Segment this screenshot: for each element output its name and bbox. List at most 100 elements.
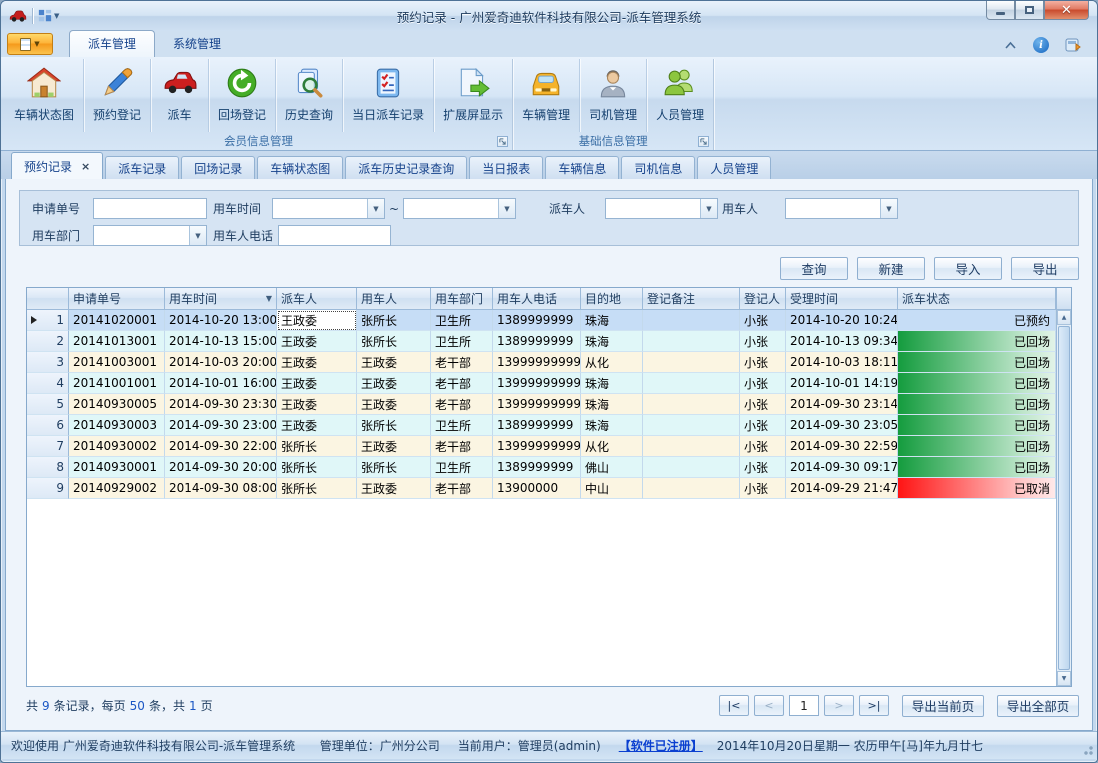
page-number-input[interactable]: [789, 695, 819, 716]
user-combo[interactable]: ▼: [785, 198, 898, 219]
query-button[interactable]: 查询: [780, 257, 848, 280]
chevron-down-icon[interactable]: ▼: [880, 199, 897, 218]
table-cell[interactable]: [643, 310, 740, 331]
use-time-to-combo[interactable]: ▼: [403, 198, 516, 219]
column-header[interactable]: 派车人: [277, 288, 357, 310]
table-cell[interactable]: 20141013001: [69, 331, 165, 352]
order-no-input[interactable]: [93, 198, 207, 219]
ribbon-button[interactable]: 派车: [150, 59, 208, 132]
table-cell[interactable]: 2014-09-30 08:00: [165, 478, 277, 499]
scroll-up-icon[interactable]: ▲: [1057, 310, 1071, 325]
table-cell[interactable]: 王政委: [277, 373, 357, 394]
table-cell[interactable]: 王政委: [357, 394, 431, 415]
doc-tab[interactable]: 司机信息: [621, 156, 695, 179]
table-cell[interactable]: 卫生所: [431, 457, 493, 478]
table-cell[interactable]: 从化: [581, 436, 643, 457]
table-cell[interactable]: 张所长: [277, 436, 357, 457]
table-cell[interactable]: 王政委: [277, 415, 357, 436]
table-row[interactable]: 9201409290022014-09-30 08:00张所长王政委老干部139…: [27, 478, 1056, 499]
doc-tab[interactable]: 车辆状态图: [257, 156, 343, 179]
column-header[interactable]: 用车人电话: [493, 288, 581, 310]
dispatcher-combo[interactable]: ▼: [605, 198, 718, 219]
table-cell[interactable]: 王政委: [357, 352, 431, 373]
table-cell[interactable]: 2014-10-13 15:00: [165, 331, 277, 352]
resize-grip-icon[interactable]: [1081, 743, 1093, 755]
table-cell[interactable]: 13999999999: [493, 373, 581, 394]
table-cell[interactable]: 小张: [740, 436, 786, 457]
doc-tab[interactable]: 当日报表: [469, 156, 543, 179]
table-row[interactable]: 2201410130012014-10-13 15:00王政委张所长卫生所138…: [27, 331, 1056, 352]
table-cell[interactable]: 佛山: [581, 457, 643, 478]
info-icon[interactable]: i: [1033, 37, 1049, 53]
chevron-down-icon[interactable]: ▼: [367, 199, 384, 218]
table-cell[interactable]: 王政委: [277, 394, 357, 415]
table-cell[interactable]: 张所长: [357, 310, 431, 331]
column-header[interactable]: 目的地: [581, 288, 643, 310]
next-page-button[interactable]: >: [824, 695, 854, 716]
table-cell[interactable]: 中山: [581, 478, 643, 499]
column-header[interactable]: 用车时间▼: [165, 288, 277, 310]
table-cell[interactable]: 20140930002: [69, 436, 165, 457]
scrollbar-thumb[interactable]: [1058, 326, 1070, 670]
row-indicator-header[interactable]: [27, 288, 69, 310]
table-cell[interactable]: 王政委: [357, 373, 431, 394]
table-cell[interactable]: 小张: [740, 394, 786, 415]
table-cell[interactable]: [643, 457, 740, 478]
ribbon-button[interactable]: 车辆管理: [513, 59, 579, 132]
doc-tab[interactable]: 派车记录: [105, 156, 179, 179]
doc-tab[interactable]: 车辆信息: [545, 156, 619, 179]
collapse-ribbon-icon[interactable]: [1004, 41, 1017, 49]
table-cell[interactable]: 珠海: [581, 331, 643, 352]
column-header[interactable]: 用车部门: [431, 288, 493, 310]
table-cell[interactable]: 1389999999: [493, 415, 581, 436]
ribbon-button[interactable]: 人员管理: [646, 59, 713, 132]
table-cell[interactable]: 老干部: [431, 373, 493, 394]
table-cell[interactable]: 老干部: [431, 352, 493, 373]
table-cell[interactable]: [643, 394, 740, 415]
table-cell[interactable]: [643, 331, 740, 352]
table-cell[interactable]: 王政委: [277, 310, 357, 331]
table-cell[interactable]: 20141003001: [69, 352, 165, 373]
dialog-launcher-icon[interactable]: [497, 136, 508, 147]
table-cell[interactable]: 张所长: [277, 478, 357, 499]
table-cell[interactable]: 20141020001: [69, 310, 165, 331]
ribbon-tab[interactable]: 派车管理: [69, 30, 155, 57]
table-cell[interactable]: 1389999999: [493, 457, 581, 478]
table-cell[interactable]: 王政委: [357, 436, 431, 457]
table-cell[interactable]: 2014-10-01 16:00: [165, 373, 277, 394]
table-cell[interactable]: [643, 352, 740, 373]
table-cell[interactable]: 珠海: [581, 310, 643, 331]
column-header[interactable]: 登记备注: [643, 288, 740, 310]
chevron-down-icon[interactable]: ▼: [498, 199, 515, 218]
table-cell[interactable]: 2014-09-30 23:30: [165, 394, 277, 415]
layout-switch-button[interactable]: ▼: [38, 9, 59, 23]
license-registered-link[interactable]: 【软件已注册】: [619, 737, 703, 754]
table-row[interactable]: 1201410200012014-10-20 13:00王政委张所长卫生所138…: [27, 310, 1056, 331]
table-cell[interactable]: 从化: [581, 352, 643, 373]
table-row[interactable]: 5201409300052014-09-30 23:30王政委王政委老干部139…: [27, 394, 1056, 415]
table-cell[interactable]: 13999999999: [493, 394, 581, 415]
table-cell[interactable]: 2014-09-30 22:00: [165, 436, 277, 457]
table-cell[interactable]: 王政委: [277, 331, 357, 352]
ribbon-button[interactable]: 扩展屏显示: [433, 59, 512, 132]
table-cell[interactable]: 2014-09-30 23:05: [786, 415, 898, 436]
ribbon-button[interactable]: 预约登记: [83, 59, 150, 132]
table-cell[interactable]: 20140929002: [69, 478, 165, 499]
table-cell[interactable]: 卫生所: [431, 415, 493, 436]
table-cell[interactable]: 老干部: [431, 394, 493, 415]
export-current-page-button[interactable]: 导出当前页: [902, 695, 984, 717]
table-cell[interactable]: [643, 436, 740, 457]
column-header[interactable]: 受理时间: [786, 288, 898, 310]
ribbon-button[interactable]: 回场登记: [208, 59, 275, 132]
application-menu-button[interactable]: ▼: [7, 33, 53, 55]
doc-tab[interactable]: 回场记录: [181, 156, 255, 179]
restore-button[interactable]: [1015, 1, 1044, 20]
table-cell[interactable]: 小张: [740, 310, 786, 331]
table-cell[interactable]: 小张: [740, 415, 786, 436]
import-button[interactable]: 导入: [934, 257, 1002, 280]
table-cell[interactable]: 1389999999: [493, 310, 581, 331]
table-cell[interactable]: 20141001001: [69, 373, 165, 394]
export-button[interactable]: 导出: [1011, 257, 1079, 280]
scroll-down-icon[interactable]: ▼: [1057, 671, 1071, 686]
table-cell[interactable]: 2014-10-03 20:00: [165, 352, 277, 373]
